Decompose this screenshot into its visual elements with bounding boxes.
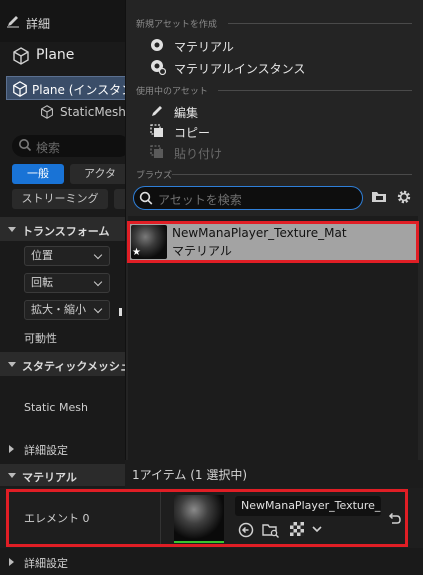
scale-dropdown[interactable]: 拡大・縮小 (24, 300, 110, 320)
details-title: 詳細 (26, 17, 51, 31)
chevron-down-icon (8, 473, 16, 478)
highlight-box (127, 221, 419, 263)
details-search-placeholder: 検索 (36, 141, 61, 155)
rotation-label: 回転 (31, 276, 53, 289)
rotation-dropdown[interactable]: 回転 (24, 273, 110, 293)
chevron-down-icon (8, 227, 16, 232)
current-asset-heading: 使用中のアセット (136, 87, 208, 97)
scale-label: 拡大・縮小 (31, 303, 86, 316)
cube-icon (13, 81, 27, 97)
tree-item-label: Plane (インスタン (32, 83, 134, 97)
section-static-mesh-label: スタティックメッシュ (22, 360, 131, 373)
position-label: 位置 (31, 249, 53, 262)
cube-icon (13, 47, 29, 65)
chevron-down-icon (93, 277, 103, 287)
section-transform-label: トランスフォーム (22, 225, 110, 238)
pencil-icon (7, 16, 19, 28)
chevron-down-icon (8, 362, 16, 367)
gear-icon[interactable] (396, 189, 412, 205)
asset-search-placeholder: アセットを検索 (158, 193, 242, 207)
material-sphere-icon (151, 39, 163, 51)
create-material-instance-item[interactable]: マテリアルインスタンス (174, 60, 305, 77)
browse-heading: ブラウズ (136, 171, 173, 181)
chevron-down-icon (93, 304, 103, 314)
mobility-label: 可動性 (24, 332, 57, 345)
cube-icon (41, 105, 53, 119)
search-icon (19, 139, 32, 152)
search-icon (139, 191, 153, 205)
folder-icon[interactable] (371, 190, 387, 204)
pencil-icon (152, 106, 162, 116)
divider (228, 23, 412, 24)
tree-item-staticmesh[interactable]: StaticMesh (60, 105, 126, 119)
tab-general[interactable]: 一般 (12, 164, 64, 184)
advanced-settings-2[interactable]: 詳細設定 (24, 555, 68, 571)
copy-icon (150, 124, 163, 137)
advanced-settings-1[interactable]: 詳細設定 (24, 442, 68, 458)
chevron-right-icon[interactable] (9, 558, 14, 566)
copy-item[interactable]: コピー (174, 124, 210, 141)
tab-streaming[interactable]: ストリーミング (12, 189, 108, 209)
divider (218, 90, 412, 91)
paste-icon (150, 145, 163, 158)
chevron-down-icon (93, 250, 103, 260)
create-material-item[interactable]: マテリアル (174, 38, 234, 55)
lock-indicator (119, 308, 122, 316)
item-count-status: 1アイテム (1 選択中) (132, 468, 248, 482)
chevron-right-icon[interactable] (9, 445, 14, 453)
static-mesh-label: Static Mesh (24, 401, 88, 414)
position-dropdown[interactable]: 位置 (24, 246, 110, 266)
material-instance-icon (151, 60, 166, 75)
create-asset-heading: 新規アセットを作成 (136, 20, 217, 30)
section-materials-label: マテリアル (22, 471, 77, 484)
highlight-box (6, 489, 408, 547)
divider (172, 174, 412, 175)
tab-actor[interactable]: アクタ (70, 164, 130, 184)
object-name: Plane (36, 47, 75, 63)
paste-item: 貼り付け (174, 147, 223, 161)
edit-item[interactable]: 編集 (174, 104, 198, 121)
